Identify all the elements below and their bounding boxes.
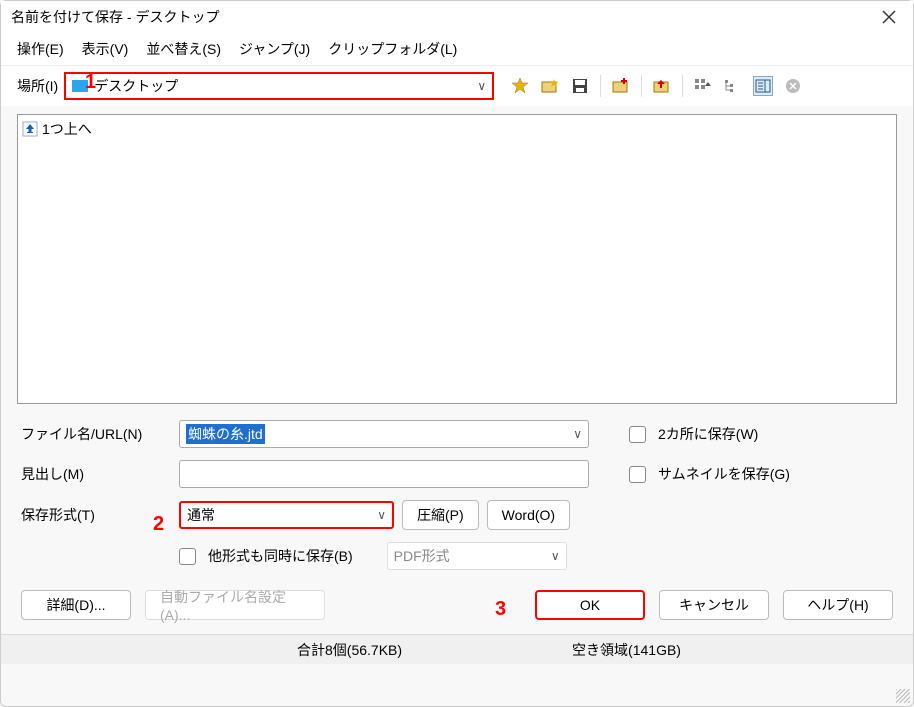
- chevron-down-icon: ∨: [477, 79, 486, 93]
- location-label: 場所(I): [17, 76, 58, 96]
- save-two-places-label[interactable]: 2カ所に保存(W): [658, 424, 758, 444]
- preview-pane-icon[interactable]: [753, 76, 773, 96]
- status-free: 空き領域(141GB): [572, 640, 681, 660]
- save-form: ファイル名/URL(N) 蜘蛛の糸.jtd ∨ 2カ所に保存(W) 見出し(M)…: [1, 412, 913, 570]
- also-save-other-label[interactable]: 他形式も同時に保存(B): [208, 546, 353, 566]
- save-thumbnail-checkbox[interactable]: [629, 466, 646, 483]
- go-up-row[interactable]: 1つ上へ: [22, 119, 892, 139]
- view-icons-icon[interactable]: [693, 76, 713, 96]
- add-favorite-icon[interactable]: [540, 76, 560, 96]
- filename-label: ファイル名/URL(N): [21, 424, 171, 444]
- chevron-down-icon: ∨: [377, 508, 386, 522]
- status-bar: 合計8個(56.7KB) 空き領域(141GB): [1, 634, 913, 664]
- chevron-down-icon: ∨: [551, 549, 560, 563]
- menu-sort[interactable]: 並べ替え(S): [146, 39, 221, 59]
- menubar: 操作(E) 表示(V) 並べ替え(S) ジャンプ(J) クリップフォルダ(L): [1, 33, 913, 66]
- save-two-places-checkbox[interactable]: [629, 426, 646, 443]
- filename-value: 蜘蛛の糸.jtd: [186, 424, 265, 444]
- filename-input[interactable]: 蜘蛛の糸.jtd ∨: [179, 420, 589, 448]
- folder-up-arrow-icon: [22, 121, 38, 137]
- go-up-label: 1つ上へ: [42, 119, 92, 139]
- file-list-pane[interactable]: 1つ上へ: [17, 114, 897, 404]
- cancel-circle-icon[interactable]: [783, 76, 803, 96]
- save-thumbnail-label[interactable]: サムネイルを保存(G): [658, 464, 790, 484]
- menu-edit[interactable]: 操作(E): [17, 39, 64, 59]
- menu-view[interactable]: 表示(V): [82, 39, 129, 59]
- pdf-format-value: PDF形式: [394, 546, 450, 566]
- auto-filename-button: 自動ファイル名設定(A)...: [145, 590, 325, 620]
- cancel-button[interactable]: キャンセル: [659, 590, 769, 620]
- status-total: 合計8個(56.7KB): [297, 640, 402, 660]
- new-folder-icon[interactable]: [611, 76, 631, 96]
- chevron-down-icon: ∨: [573, 427, 582, 441]
- format-label: 保存形式(T): [21, 505, 171, 525]
- desktop-icon: [72, 80, 88, 92]
- titlebar: 名前を付けて保存 - デスクトップ: [1, 1, 913, 33]
- location-bar: 場所(I) デスクトップ ∨: [1, 66, 913, 106]
- resize-grip-icon[interactable]: [896, 689, 910, 703]
- folder-up-icon[interactable]: [652, 76, 672, 96]
- location-toolbar: [510, 75, 803, 97]
- separator: [641, 75, 642, 97]
- word-button[interactable]: Word(O): [487, 500, 570, 530]
- format-combo[interactable]: 通常 ∨: [179, 501, 394, 529]
- menu-clipfolder[interactable]: クリップフォルダ(L): [328, 39, 457, 59]
- favorite-icon[interactable]: [510, 76, 530, 96]
- close-icon[interactable]: [875, 3, 903, 31]
- details-button[interactable]: 詳細(D)...: [21, 590, 131, 620]
- pdf-format-select: PDF形式 ∨: [387, 542, 567, 570]
- heading-label: 見出し(M): [21, 464, 171, 484]
- also-save-other-checkbox[interactable]: [179, 548, 196, 565]
- location-value: デスクトップ: [94, 76, 178, 96]
- menu-jump[interactable]: ジャンプ(J): [239, 39, 310, 59]
- tree-view-icon[interactable]: [723, 76, 743, 96]
- format-value: 通常: [187, 505, 215, 525]
- ok-button[interactable]: OK: [535, 590, 645, 620]
- help-button[interactable]: ヘルプ(H): [783, 590, 893, 620]
- dialog-buttons: 詳細(D)... 自動ファイル名設定(A)... OK キャンセル ヘルプ(H): [1, 582, 913, 634]
- heading-input[interactable]: [179, 460, 589, 488]
- save-icon[interactable]: [570, 76, 590, 96]
- location-combo[interactable]: デスクトップ ∨: [64, 72, 494, 100]
- separator: [600, 75, 601, 97]
- compress-button[interactable]: 圧縮(P): [402, 500, 479, 530]
- window-title: 名前を付けて保存 - デスクトップ: [11, 7, 875, 27]
- separator: [682, 75, 683, 97]
